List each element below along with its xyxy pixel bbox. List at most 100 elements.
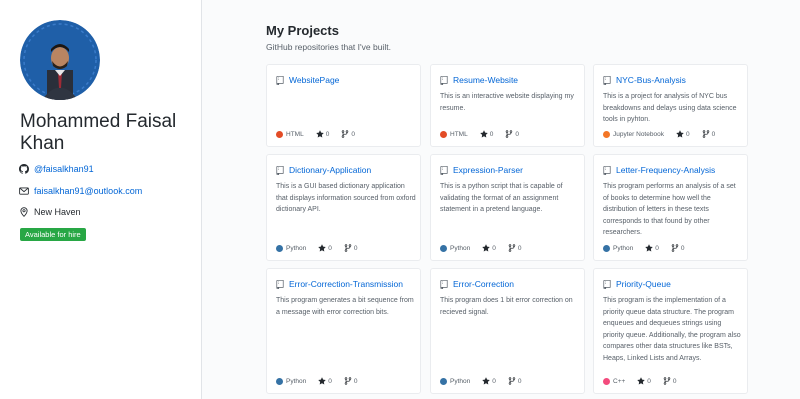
language-color-dot	[603, 130, 610, 138]
project-language: Jupyter Notebook	[613, 130, 664, 138]
project-language: C++	[613, 377, 626, 385]
project-description: This is an interactive website displayin…	[440, 93, 574, 112]
project-title-link[interactable]: Letter-Frequency-Analysis	[603, 165, 715, 175]
fork-count: 0	[672, 377, 677, 385]
star-icon	[318, 244, 326, 252]
fork-count: 0	[517, 377, 522, 385]
star-count-group: 0	[318, 244, 332, 252]
project-title-link[interactable]: Resume-Website	[440, 75, 518, 85]
project-meta: Python 0 0	[276, 377, 358, 385]
github-icon	[19, 164, 29, 174]
star-count: 0	[492, 377, 496, 385]
project-name[interactable]: Error-Correction-Transmission	[289, 279, 403, 289]
fork-count-group: 0	[508, 244, 522, 252]
star-icon	[318, 377, 326, 385]
email-link[interactable]: faisalkhan91@outlook.com	[34, 186, 142, 196]
star-count: 0	[328, 377, 332, 385]
project-title-link[interactable]: Priority-Queue	[603, 279, 671, 289]
star-icon	[637, 377, 646, 385]
repo-icon	[276, 279, 284, 289]
project-name[interactable]: Error-Correction	[453, 279, 514, 289]
project-description: This is a python script that is capable …	[440, 183, 563, 213]
fork-icon	[344, 244, 352, 252]
star-icon	[482, 377, 490, 385]
fork-count-group: 0	[341, 130, 355, 138]
star-count: 0	[647, 377, 651, 385]
project-title-link[interactable]: Expression-Parser	[440, 165, 523, 175]
repo-icon	[440, 279, 448, 289]
star-count: 0	[328, 244, 332, 252]
fork-icon	[506, 130, 513, 138]
project-name[interactable]: Resume-Website	[453, 75, 518, 85]
github-row[interactable]: @faisalkhan91	[19, 164, 94, 174]
fork-count: 0	[353, 377, 358, 385]
fork-count: 0	[680, 244, 685, 252]
language-color-dot	[440, 377, 447, 385]
star-count: 0	[489, 130, 494, 138]
project-card[interactable]: Dictionary-Application This is a GUI base…	[266, 154, 421, 261]
project-card[interactable]: Resume-Website This is an interactive web…	[430, 64, 585, 147]
avatar	[20, 20, 100, 100]
project-card[interactable]: Expression-Parser This is a python script…	[430, 154, 585, 261]
fork-count: 0	[353, 244, 358, 252]
project-card[interactable]: Error-Correction This program does 1 bit …	[430, 268, 585, 394]
project-card[interactable]: Error-Correction-Transmission This progra…	[266, 268, 421, 394]
language-color-dot	[603, 377, 610, 385]
project-meta: Python 0 0	[276, 244, 358, 252]
fork-count: 0	[515, 130, 519, 138]
profile-sidebar: Mohammed Faisal Khan @faisalkhan91 faisa…	[0, 0, 202, 399]
fork-count-group: 0	[344, 244, 358, 252]
project-name[interactable]: Expression-Parser	[453, 165, 523, 175]
email-row[interactable]: faisalkhan91@outlook.com	[19, 186, 142, 196]
repo-icon	[440, 75, 448, 85]
fork-count: 0	[711, 130, 716, 138]
language-color-dot	[276, 244, 283, 252]
project-name[interactable]: NYC-Bus-Analysis	[616, 75, 686, 85]
star-count: 0	[492, 244, 496, 252]
project-language: Python	[286, 244, 307, 252]
project-card[interactable]: WebsitePage HTML 0 0	[266, 64, 421, 147]
project-description: This program performs an analysis of a s…	[603, 183, 736, 236]
fork-icon	[663, 377, 671, 385]
project-name[interactable]: WebsitePage	[289, 75, 339, 85]
star-count-group: 0	[482, 377, 496, 385]
repo-icon	[603, 279, 611, 289]
star-icon	[315, 130, 324, 138]
language-color-dot	[276, 130, 283, 138]
fork-count-group: 0	[663, 377, 677, 385]
project-language: Python	[450, 244, 471, 252]
fork-icon	[671, 244, 679, 252]
project-card[interactable]: Letter-Frequency-Analysis This program pe…	[593, 154, 748, 261]
fork-icon	[702, 130, 709, 138]
project-meta: Jupyter Notebook 0 0	[603, 130, 715, 138]
project-card[interactable]: Priority-Queue This program is the implem…	[593, 268, 748, 394]
fork-icon	[342, 130, 349, 138]
project-language: HTML	[450, 130, 468, 138]
location-text: New Haven	[34, 207, 81, 217]
github-link[interactable]: @faisalkhan91	[34, 164, 94, 174]
location-pin-icon	[20, 207, 28, 217]
project-title-link[interactable]: Error-Correction-Transmission	[276, 279, 403, 289]
mail-icon	[19, 187, 29, 195]
project-description: This is a project for analysis of NYC bu…	[603, 93, 737, 123]
project-title-link[interactable]: WebsitePage	[276, 75, 339, 85]
repo-icon	[603, 165, 611, 175]
repo-icon	[276, 165, 284, 175]
fork-count-group: 0	[344, 377, 358, 385]
project-name[interactable]: Letter-Frequency-Analysis	[616, 165, 715, 175]
project-title-link[interactable]: NYC-Bus-Analysis	[603, 75, 686, 85]
star-count: 0	[325, 130, 330, 138]
project-meta: Python 0 0	[603, 244, 685, 252]
project-name[interactable]: Dictionary-Application	[289, 165, 371, 175]
star-count-group: 0	[318, 377, 332, 385]
fork-count: 0	[517, 244, 522, 252]
project-title-link[interactable]: Error-Correction	[440, 279, 514, 289]
project-card[interactable]: NYC-Bus-Analysis This is a project for an…	[593, 64, 748, 147]
project-meta: Python 0 0	[440, 377, 522, 385]
project-name[interactable]: Priority-Queue	[616, 279, 671, 289]
fork-count-group: 0	[671, 244, 685, 252]
fork-count-group: 0	[505, 130, 519, 138]
project-description: This program does 1 bit error correction…	[440, 297, 573, 316]
location-row: New Haven	[19, 207, 81, 217]
project-title-link[interactable]: Dictionary-Application	[276, 165, 371, 175]
